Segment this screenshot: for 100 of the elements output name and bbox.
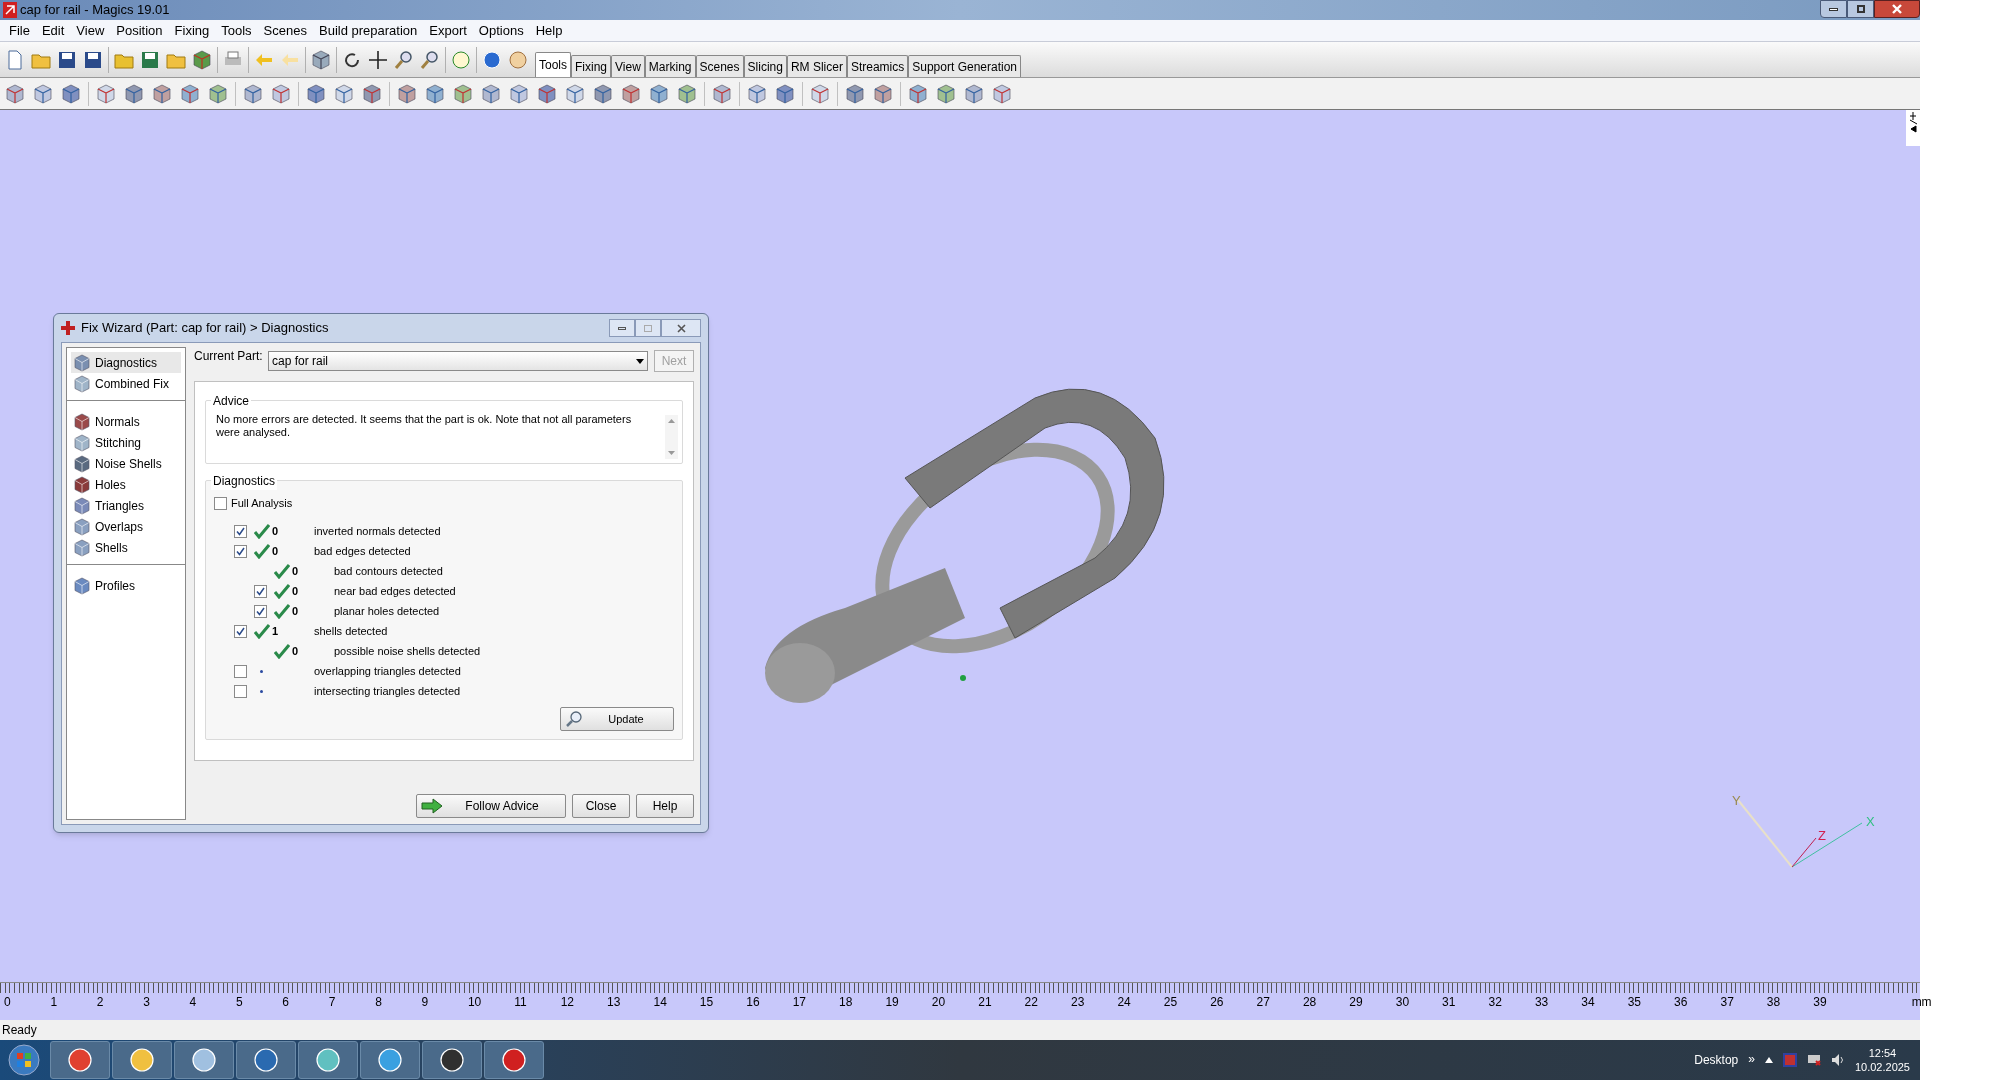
menu-item[interactable]: Help: [530, 20, 568, 41]
cube-icon[interactable]: [270, 82, 292, 105]
nav-item[interactable]: Noise Shells: [71, 453, 181, 474]
checkbox[interactable]: [234, 684, 247, 698]
toolbar-tab[interactable]: Tools: [535, 52, 571, 77]
checkbox[interactable]: [254, 604, 267, 618]
minimize-button[interactable]: [1820, 0, 1847, 18]
taskbar-app-icon[interactable]: [236, 1041, 296, 1079]
menu-item[interactable]: Build preparation: [314, 20, 423, 41]
delete-icon[interactable]: [191, 48, 213, 71]
toolbar-tab[interactable]: Streamics: [846, 55, 909, 77]
checkbox[interactable]: [234, 664, 247, 678]
cube-icon[interactable]: [746, 82, 768, 105]
clock-time[interactable]: 12:54: [1868, 1046, 1897, 1060]
side-panel-handle[interactable]: [1906, 110, 1920, 146]
cube-icon[interactable]: [424, 82, 446, 105]
toolbar-tab[interactable]: View: [611, 55, 645, 77]
checkbox[interactable]: [214, 496, 227, 510]
cube-icon[interactable]: [95, 82, 117, 105]
taskbar-app-icon[interactable]: [422, 1041, 482, 1079]
cube-icon[interactable]: [508, 82, 530, 105]
menu-item[interactable]: Position: [111, 20, 168, 41]
cube-icon[interactable]: [935, 82, 957, 105]
cube-icon[interactable]: [991, 82, 1013, 105]
dialog-button[interactable]: Follow Advice: [416, 794, 566, 818]
menu-item[interactable]: Tools: [216, 20, 257, 41]
cube-icon[interactable]: [396, 82, 418, 105]
cube-icon[interactable]: [305, 82, 327, 105]
cube-icon[interactable]: [207, 82, 229, 105]
close-button[interactable]: [1874, 0, 1920, 18]
checkbox[interactable]: [254, 584, 267, 598]
nav-item[interactable]: Combined Fix: [71, 373, 181, 394]
cube-icon[interactable]: [242, 82, 264, 105]
taskbar-app-icon[interactable]: [484, 1041, 544, 1079]
network-icon[interactable]: [1806, 1053, 1821, 1067]
cube-icon[interactable]: [123, 82, 145, 105]
cube-icon[interactable]: [809, 82, 831, 105]
tray-arrow-icon[interactable]: [1764, 1057, 1773, 1063]
part-dropdown[interactable]: cap for rail: [268, 351, 648, 371]
toolbar-tab[interactable]: Fixing: [571, 55, 612, 77]
menu-item[interactable]: Export: [424, 20, 472, 41]
nav-item[interactable]: Profiles: [71, 575, 181, 596]
nav-item[interactable]: Triangles: [71, 495, 181, 516]
cube-icon[interactable]: [844, 82, 866, 105]
cube-icon[interactable]: [620, 82, 642, 105]
checkbox[interactable]: [234, 624, 247, 638]
scroll-down-icon[interactable]: [668, 451, 675, 455]
taskbar-app-icon[interactable]: [298, 1041, 358, 1079]
restore-button[interactable]: [1847, 0, 1874, 18]
nav-item[interactable]: Diagnostics: [71, 352, 181, 373]
cube-icon[interactable]: [452, 82, 474, 105]
cube-icon[interactable]: [774, 82, 796, 105]
taskbar-app-icon[interactable]: [360, 1041, 420, 1079]
clock-date[interactable]: 10.02.2025: [1854, 1060, 1910, 1074]
cube-icon[interactable]: [32, 82, 54, 105]
cube-icon[interactable]: [480, 82, 502, 105]
zoom-reset-icon[interactable]: [419, 48, 441, 71]
cube-icon[interactable]: [963, 82, 985, 105]
taskbar-app-icon[interactable]: [174, 1041, 234, 1079]
zoom-icon[interactable]: [393, 48, 415, 71]
nav-item[interactable]: Overlaps: [71, 516, 181, 537]
nav-item[interactable]: Normals: [71, 411, 181, 432]
menu-item[interactable]: View: [71, 20, 110, 41]
scrollbar[interactable]: [665, 415, 678, 459]
cube-icon[interactable]: [179, 82, 201, 105]
scroll-up-icon[interactable]: [668, 419, 675, 423]
dialog-button[interactable]: Help: [636, 794, 694, 818]
toolbar-tab[interactable]: RM Slicer: [786, 55, 847, 77]
desktop-toolbar-label[interactable]: Desktop: [1694, 1051, 1739, 1069]
chevron[interactable]: »: [1748, 1050, 1755, 1068]
cube-icon[interactable]: [907, 82, 929, 105]
cube-icon[interactable]: [648, 82, 670, 105]
toolbar-tab[interactable]: Support Generation: [908, 55, 1021, 77]
cube-icon[interactable]: [676, 82, 698, 105]
cube-icon[interactable]: [564, 82, 586, 105]
minimize-button[interactable]: [609, 319, 635, 337]
menu-item[interactable]: Fixing: [169, 20, 215, 41]
nav-item[interactable]: Shells: [71, 537, 181, 558]
menu-item[interactable]: Edit: [36, 20, 70, 41]
cube-icon[interactable]: [536, 82, 558, 105]
update-button[interactable]: Update: [560, 707, 674, 731]
cube-icon[interactable]: [361, 82, 383, 105]
cube-icon[interactable]: [333, 82, 355, 105]
checkbox[interactable]: [234, 544, 247, 558]
cube-icon[interactable]: [711, 82, 733, 105]
toolbar-tab[interactable]: Marking: [644, 55, 696, 77]
select-icon[interactable]: [310, 48, 332, 71]
dialog-button[interactable]: Close: [572, 794, 630, 818]
menu-item[interactable]: File: [4, 20, 35, 41]
cube-icon[interactable]: [60, 82, 82, 105]
nav-item[interactable]: Stitching: [71, 432, 181, 453]
checkbox[interactable]: [234, 524, 247, 538]
toolbar-tab[interactable]: Scenes: [695, 55, 744, 77]
speaker-icon[interactable]: [1830, 1053, 1845, 1067]
cube-icon[interactable]: [872, 82, 894, 105]
taskbar-app-icon[interactable]: [112, 1041, 172, 1079]
move-icon[interactable]: [367, 48, 389, 71]
cube-icon[interactable]: [592, 82, 614, 105]
cube-icon[interactable]: [151, 82, 173, 105]
toolbar-tab[interactable]: Slicing: [743, 55, 787, 77]
